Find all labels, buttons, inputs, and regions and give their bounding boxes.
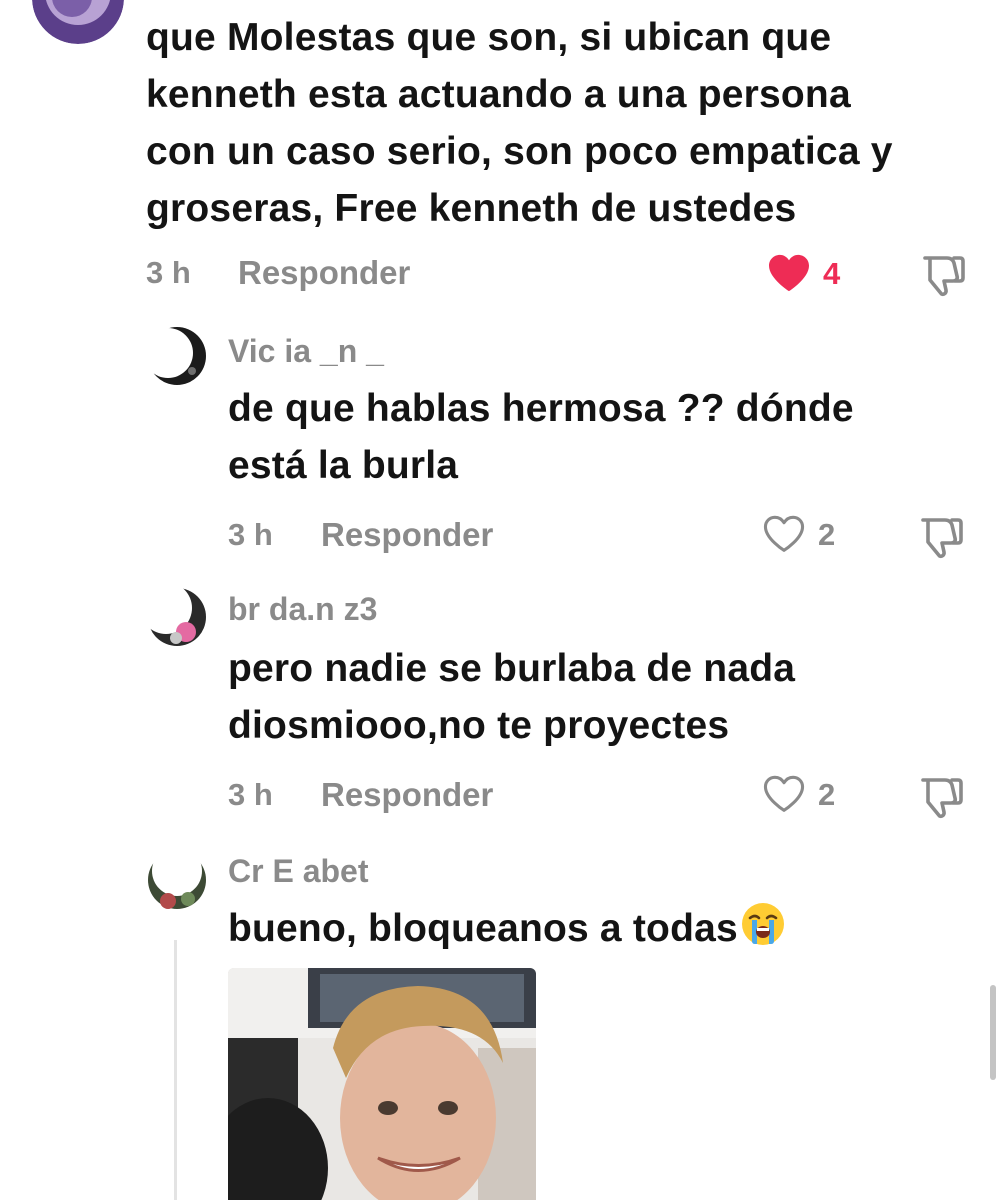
avatar[interactable]: [146, 325, 208, 387]
thumbs-down-icon[interactable]: [915, 772, 965, 820]
like-count: 4: [823, 256, 841, 291]
thumbs-down-icon[interactable]: [917, 250, 967, 298]
comment-photo[interactable]: [228, 968, 536, 1200]
reply-button[interactable]: Responder: [321, 776, 493, 814]
heart-outline-icon[interactable]: [762, 774, 806, 814]
heart-icon[interactable]: [767, 253, 811, 293]
avatar[interactable]: [146, 849, 208, 911]
comment-text: pero nadie se burlaba de nada diosmiooo,…: [228, 647, 796, 747]
reply-button[interactable]: Responder: [238, 254, 410, 292]
comment-text: bueno, bloqueanos a todas: [228, 900, 786, 963]
reply-button[interactable]: Responder: [321, 516, 493, 554]
comment-text-content: bueno, bloqueanos a todas: [228, 907, 738, 950]
comment-username[interactable]: Cr E abet: [228, 853, 368, 890]
like-count: 2: [818, 777, 836, 812]
avatar[interactable]: [146, 586, 208, 648]
thumbs-down-icon[interactable]: [915, 512, 965, 560]
comment-timestamp: 3 h: [228, 777, 273, 812]
scrollbar[interactable]: [990, 985, 996, 1080]
comment-text: que Molestas que son, si ubican que kenn…: [146, 16, 893, 230]
comment-timestamp: 3 h: [228, 517, 273, 552]
avatar[interactable]: [32, 0, 124, 44]
comment-timestamp: 3 h: [146, 255, 191, 290]
heart-outline-icon[interactable]: [762, 514, 806, 554]
like-count: 2: [818, 517, 836, 552]
thread-line: [174, 940, 177, 1200]
loudly-crying-face-icon: [740, 901, 786, 963]
comment-text: de que hablas hermosa ?? dónde está la b…: [228, 387, 854, 487]
comment-username[interactable]: Vic ia _n _: [228, 333, 384, 370]
comment-username[interactable]: br da.n z3: [228, 591, 377, 628]
